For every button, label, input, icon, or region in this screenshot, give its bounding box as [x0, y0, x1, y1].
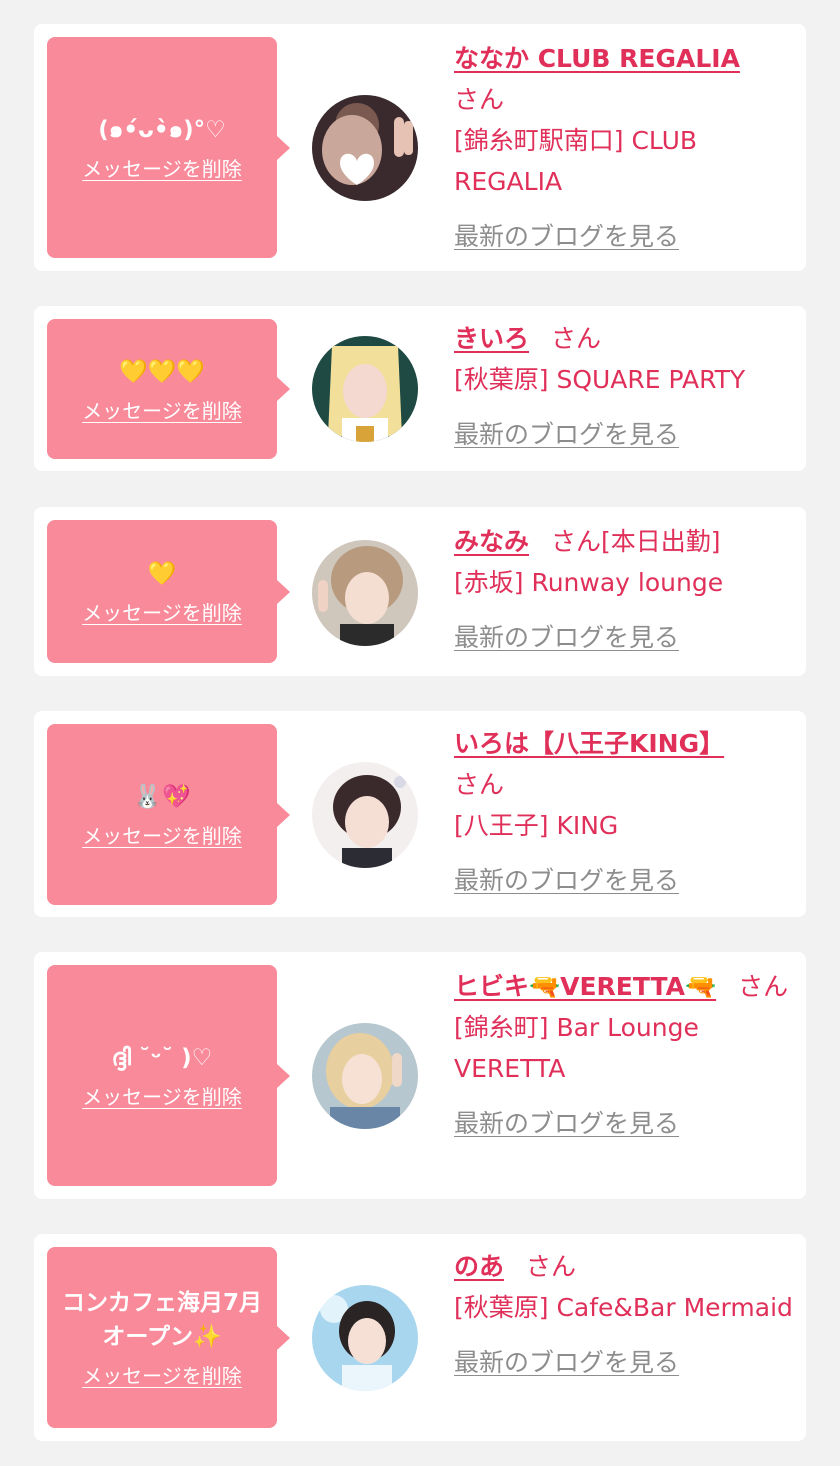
- cast-info: のあ さん [秋葉原] Cafe&Bar Mermaid 最新のブログを見る: [454, 1246, 794, 1383]
- message-bubble: 🐰💖 メッセージを削除: [47, 724, 290, 905]
- latest-blog-link[interactable]: 最新のブログを見る: [454, 617, 794, 658]
- favorite-card: 💛 メッセージを削除 みなみ さん[本日出勤] [赤坂] Runway loung…: [34, 507, 806, 676]
- cast-info: ヒビキ🔫VERETTA🔫 さん [錦糸町] Bar Lounge VERETTA …: [454, 966, 794, 1144]
- latest-blog-link[interactable]: 最新のブログを見る: [454, 414, 794, 455]
- latest-blog-link[interactable]: 最新のブログを見る: [454, 1103, 794, 1144]
- message-bubble: (๑•́ᴗ•̀๑)°♡ メッセージを削除: [47, 37, 290, 258]
- delete-message-link[interactable]: メッセージを削除: [82, 820, 242, 849]
- favorite-card: 🐰💖 メッセージを削除 いろは【八王子KING】 さん [八王子] KING 最…: [34, 711, 806, 917]
- cast-info: いろは【八王子KING】 さん [八王子] KING 最新のブログを見る: [454, 723, 794, 901]
- delete-message-link[interactable]: メッセージを削除: [82, 1081, 242, 1110]
- shop-name: [秋葉原] Cafe&Bar Mermaid: [454, 1293, 793, 1322]
- cast-name-link[interactable]: のあ: [454, 1252, 504, 1281]
- message-text: 🐰💖: [133, 784, 191, 810]
- cast-info: みなみ さん[本日出勤] [赤坂] Runway lounge 最新のブログを見る: [454, 521, 794, 658]
- shop-name: [錦糸町] Bar Lounge VERETTA: [454, 1013, 699, 1083]
- latest-blog-link[interactable]: 最新のブログを見る: [454, 1342, 794, 1383]
- shop-name: [八王子] KING: [454, 811, 619, 840]
- message-bubble: コンカフェ海月7月オープン✨ メッセージを削除: [47, 1247, 290, 1428]
- message-text: 💛💛💛: [119, 358, 205, 385]
- avatar[interactable]: [312, 762, 418, 868]
- shop-name: [秋葉原] SQUARE PARTY: [454, 365, 746, 394]
- delete-message-link[interactable]: メッセージを削除: [82, 153, 242, 182]
- san-label: さん: [526, 1252, 577, 1281]
- latest-blog-link[interactable]: 最新のブログを見る: [454, 216, 794, 257]
- san-label: さん: [738, 972, 789, 1001]
- shop-name: [錦糸町駅南口] CLUB REGALIA: [454, 126, 698, 196]
- favorite-card: コンカフェ海月7月オープン✨ メッセージを削除 のあ さん [秋葉原] Cafe&…: [34, 1234, 806, 1441]
- message-text: 💛: [147, 561, 177, 587]
- avatar[interactable]: [312, 1285, 418, 1391]
- cast-name-link[interactable]: みなみ: [454, 527, 529, 556]
- message-bubble: 💛 メッセージを削除: [47, 520, 290, 663]
- shop-name: [赤坂] Runway lounge: [454, 568, 724, 597]
- delete-message-link[interactable]: メッセージを削除: [82, 1360, 242, 1389]
- cast-info: ななか CLUB REGALIA さん [錦糸町駅南口] CLUB REGALI…: [454, 38, 794, 257]
- cast-info: きいろ さん [秋葉原] SQUARE PARTY 最新のブログを見る: [454, 318, 794, 455]
- delete-message-link[interactable]: メッセージを削除: [82, 395, 242, 424]
- avatar[interactable]: [312, 95, 418, 201]
- favorite-card: ദ്ദി ˘ᵕ˘ )♡ メッセージを削除 ヒビキ🔫VERETTA🔫 さん [錦糸町…: [34, 952, 806, 1199]
- avatar[interactable]: [312, 540, 418, 646]
- avatar[interactable]: [312, 336, 418, 442]
- cast-name-link[interactable]: ヒビキ🔫VERETTA🔫: [454, 972, 716, 1001]
- cast-name-link[interactable]: きいろ: [454, 324, 529, 353]
- avatar[interactable]: [312, 1023, 418, 1129]
- san-label: さん: [551, 527, 602, 556]
- message-text: ദ്ദി ˘ᵕ˘ )♡: [111, 1045, 213, 1071]
- delete-message-link[interactable]: メッセージを削除: [82, 597, 242, 626]
- message-bubble: 💛💛💛 メッセージを削除: [47, 319, 290, 459]
- latest-blog-link[interactable]: 最新のブログを見る: [454, 860, 794, 901]
- message-bubble: ദ്ദി ˘ᵕ˘ )♡ メッセージを削除: [47, 965, 290, 1186]
- san-label: さん: [454, 770, 505, 799]
- cast-name-link[interactable]: いろは【八王子KING】: [454, 729, 724, 758]
- cast-name-link[interactable]: ななか CLUB REGALIA: [454, 44, 740, 73]
- message-text: (๑•́ᴗ•̀๑)°♡: [98, 117, 226, 143]
- san-label: さん: [454, 85, 505, 114]
- favorite-card: (๑•́ᴗ•̀๑)°♡ メッセージを削除 ななか CLUB REGALIA さん…: [34, 24, 806, 271]
- message-text: コンカフェ海月7月オープン✨: [61, 1290, 262, 1350]
- favorite-card: 💛💛💛 メッセージを削除 きいろ さん [秋葉原] SQUARE PARTY 最新…: [34, 306, 806, 471]
- san-label: さん: [551, 324, 602, 353]
- today-badge: [本日出勤]: [601, 527, 721, 556]
